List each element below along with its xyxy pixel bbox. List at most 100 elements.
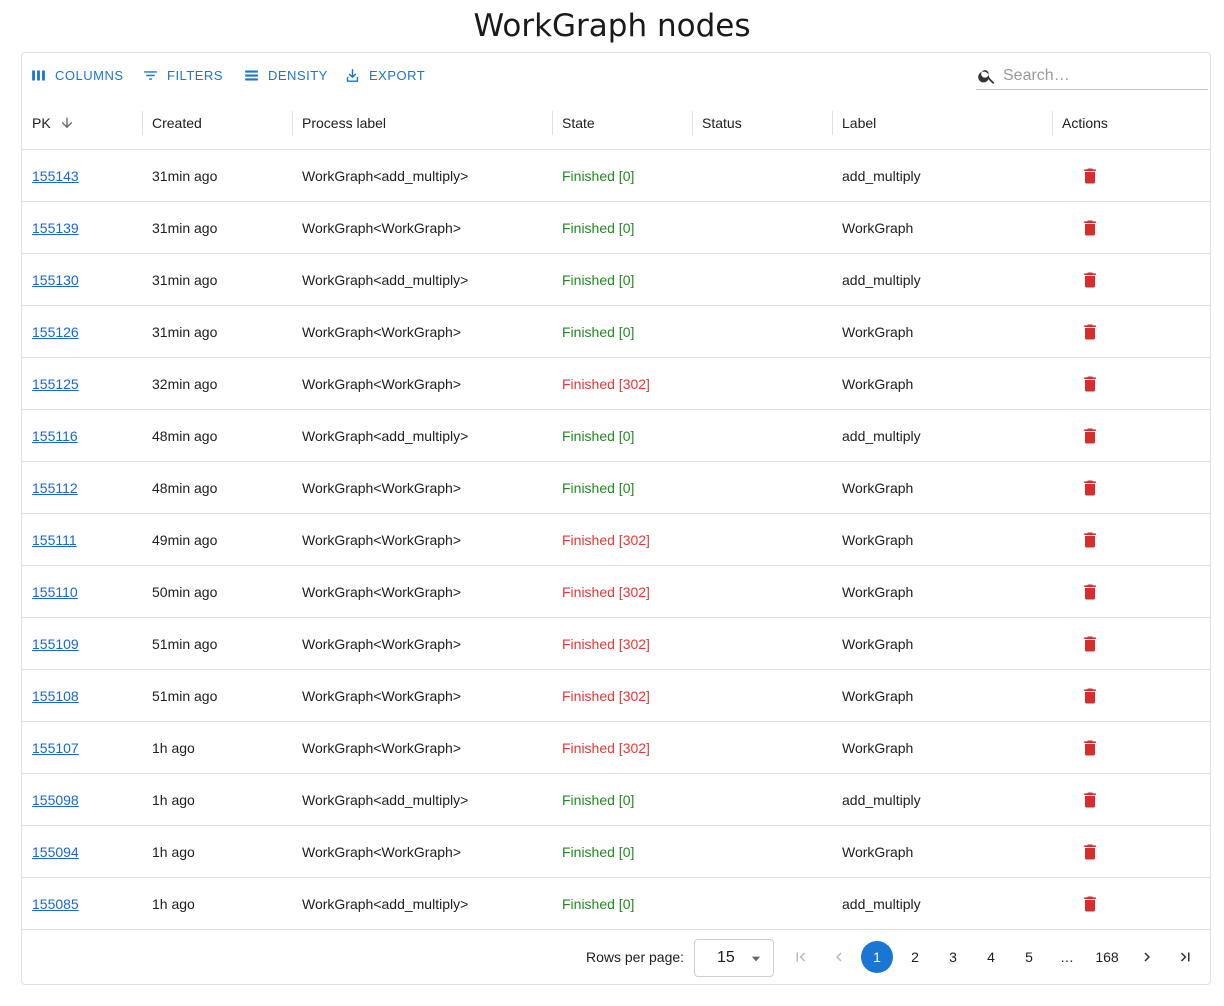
created-cell-text: 51min ago <box>152 635 218 652</box>
delete-icon[interactable] <box>1080 218 1100 238</box>
delete-icon[interactable] <box>1080 478 1100 498</box>
pk-link[interactable]: 155112 <box>32 480 78 496</box>
process-label-cell-text: WorkGraph<add_multiply> <box>302 791 469 808</box>
status-cell <box>692 410 832 461</box>
table-row[interactable]: 155125 32min ago WorkGraph<WorkGraph> Finis… <box>22 358 1210 410</box>
table-row[interactable]: 155109 51min ago WorkGraph<WorkGraph> Finis… <box>22 618 1210 670</box>
table-row[interactable]: 155094 1h ago WorkGraph<WorkGraph> Finished… <box>22 826 1210 878</box>
pk-link[interactable]: 155126 <box>32 324 79 340</box>
created-cell: 1h ago <box>142 826 292 877</box>
delete-icon[interactable] <box>1080 894 1100 914</box>
column-header-process-label[interactable]: Process label <box>292 97 552 149</box>
page-button[interactable]: 1 <box>861 941 893 973</box>
pk-link[interactable]: 155143 <box>32 168 79 184</box>
created-cell-text: 31min ago <box>152 219 218 236</box>
table-row[interactable]: 155112 48min ago WorkGraph<WorkGraph> Finis… <box>22 462 1210 514</box>
pk-cell: 155094 <box>22 826 142 877</box>
pk-link[interactable]: 155085 <box>32 896 79 912</box>
delete-icon[interactable] <box>1080 426 1100 446</box>
column-header-status[interactable]: Status <box>692 97 832 149</box>
actions-cell <box>1070 306 1130 357</box>
status-cell <box>692 202 832 253</box>
first-page-button[interactable] <box>785 941 817 973</box>
table-row[interactable]: 155126 31min ago WorkGraph<WorkGraph> Finis… <box>22 306 1210 358</box>
table-row[interactable]: 155111 49min ago WorkGraph<WorkGraph> Finis… <box>22 514 1210 566</box>
last-page-button[interactable] <box>1169 941 1201 973</box>
rows-per-page-select[interactable]: 15 <box>694 939 774 977</box>
delete-icon[interactable] <box>1080 790 1100 810</box>
pk-link[interactable]: 155108 <box>32 688 79 704</box>
page-button[interactable]: 5 <box>1013 941 1045 973</box>
delete-icon[interactable] <box>1080 166 1100 186</box>
delete-icon[interactable] <box>1080 634 1100 654</box>
state-text: Finished [302] <box>562 531 650 548</box>
state-cell: Finished [302] <box>552 618 692 669</box>
pk-link[interactable]: 155116 <box>32 428 78 444</box>
label-cell: WorkGraph <box>832 202 1052 253</box>
table-row[interactable]: 155143 31min ago WorkGraph<add_multiply> Fi… <box>22 150 1210 202</box>
column-header-state[interactable]: State <box>552 97 692 149</box>
delete-icon[interactable] <box>1080 686 1100 706</box>
export-button[interactable]: Export <box>344 65 425 85</box>
data-grid: Columns Filters Density Export PK Create… <box>21 52 1211 985</box>
pk-link[interactable]: 155130 <box>32 272 79 288</box>
density-icon <box>245 70 258 80</box>
next-page-button[interactable] <box>1131 941 1163 973</box>
pk-link[interactable]: 155098 <box>32 792 79 808</box>
page-button[interactable]: 168 <box>1091 941 1123 973</box>
delete-icon[interactable] <box>1080 322 1100 342</box>
table-row[interactable]: 155085 1h ago WorkGraph<add_multiply> Finis… <box>22 878 1210 930</box>
delete-icon[interactable] <box>1080 738 1100 758</box>
previous-page-button[interactable] <box>823 941 855 973</box>
pk-link[interactable]: 155111 <box>32 532 77 548</box>
delete-icon[interactable] <box>1080 270 1100 290</box>
created-cell: 50min ago <box>142 566 292 617</box>
density-button[interactable]: Density <box>243 65 328 85</box>
page-button[interactable]: 3 <box>937 941 969 973</box>
process-label-cell: WorkGraph<WorkGraph> <box>292 670 552 721</box>
state-text: Finished [0] <box>562 791 635 808</box>
pk-link[interactable]: 155094 <box>32 844 79 860</box>
process-label-cell-text: WorkGraph<add_multiply> <box>302 895 469 912</box>
pk-link[interactable]: 155125 <box>32 376 79 392</box>
table-row[interactable]: 155098 1h ago WorkGraph<add_multiply> Finis… <box>22 774 1210 826</box>
delete-icon[interactable] <box>1080 582 1100 602</box>
delete-icon[interactable] <box>1080 842 1100 862</box>
pk-cell: 155108 <box>22 670 142 721</box>
pk-cell: 155109 <box>22 618 142 669</box>
page-button[interactable]: 4 <box>975 941 1007 973</box>
process-label-cell: WorkGraph<WorkGraph> <box>292 722 552 773</box>
created-cell-text: 1h ago <box>152 739 195 756</box>
table-row[interactable]: 155116 48min ago WorkGraph<add_multiply> Fi… <box>22 410 1210 462</box>
pk-link[interactable]: 155107 <box>32 740 79 756</box>
delete-icon[interactable] <box>1080 530 1100 550</box>
process-label-cell-text: WorkGraph<WorkGraph> <box>302 531 461 548</box>
rows-per-page-label: Rows per page: <box>586 949 685 965</box>
pk-link[interactable]: 155139 <box>32 220 79 236</box>
actions-cell <box>1070 774 1130 825</box>
process-label-cell-text: WorkGraph<WorkGraph> <box>302 583 461 600</box>
pk-link[interactable]: 155109 <box>32 636 79 652</box>
column-header-label[interactable]: Label <box>832 97 1052 149</box>
table-row[interactable]: 155108 51min ago WorkGraph<WorkGraph> Finis… <box>22 670 1210 722</box>
search-input[interactable] <box>1001 66 1205 86</box>
process-label-cell-text: WorkGraph<WorkGraph> <box>302 687 461 704</box>
columns-button[interactable]: Columns <box>30 65 124 85</box>
created-cell: 31min ago <box>142 202 292 253</box>
columns-icon <box>32 70 45 80</box>
table-row[interactable]: 155110 50min ago WorkGraph<WorkGraph> Finis… <box>22 566 1210 618</box>
pk-link[interactable]: 155110 <box>32 584 78 600</box>
column-header-pk[interactable]: PK <box>22 97 142 149</box>
table-row[interactable]: 155139 31min ago WorkGraph<WorkGraph> Finis… <box>22 202 1210 254</box>
state-text: Finished [302] <box>562 635 650 652</box>
state-cell: Finished [302] <box>552 722 692 773</box>
column-header-created[interactable]: Created <box>142 97 292 149</box>
table-row[interactable]: 155130 31min ago WorkGraph<add_multiply> Fi… <box>22 254 1210 306</box>
arrow-down-icon[interactable] <box>59 115 75 131</box>
filters-button[interactable]: Filters <box>142 65 223 85</box>
label-cell-text: add_multiply <box>842 167 921 184</box>
table-row[interactable]: 155107 1h ago WorkGraph<WorkGraph> Finished… <box>22 722 1210 774</box>
page-button[interactable]: 2 <box>899 941 931 973</box>
delete-icon[interactable] <box>1080 374 1100 394</box>
actions-cell <box>1070 670 1130 721</box>
